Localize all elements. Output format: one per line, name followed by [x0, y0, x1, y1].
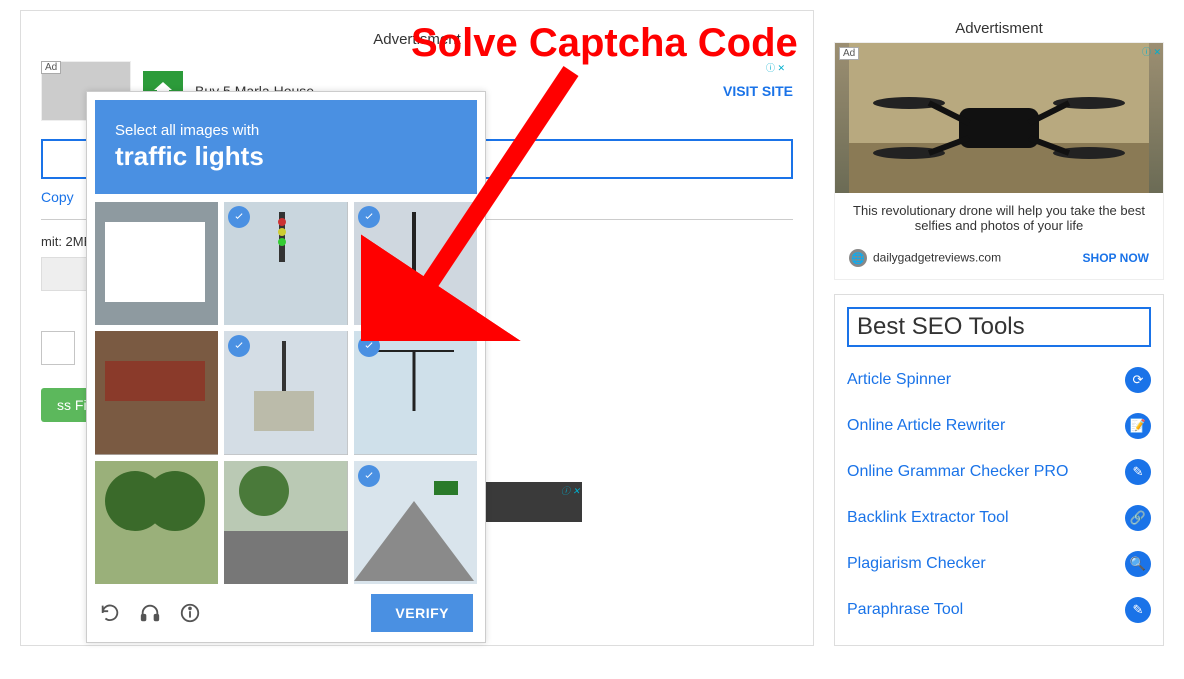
captcha-tile-5[interactable]	[224, 331, 347, 454]
visit-site-link[interactable]: VISIT SITE	[723, 83, 793, 99]
headphones-icon[interactable]	[139, 602, 161, 624]
tool-icon: ✎	[1125, 459, 1151, 485]
seo-link[interactable]: Paraphrase Tool	[847, 601, 963, 619]
sidebar: Advertisment Ad ⓘ ✕ This	[834, 10, 1164, 646]
shop-now-link[interactable]: SHOP NOW	[1083, 251, 1149, 265]
globe-icon: 🌐	[849, 249, 867, 267]
seo-tools-title: Best SEO Tools	[847, 307, 1151, 347]
tool-icon: 🔍	[1125, 551, 1151, 577]
sidebar-ad-info-icon[interactable]: ⓘ ✕	[1142, 45, 1161, 58]
seo-item[interactable]: Online Grammar Checker PRO ✎	[847, 449, 1151, 495]
recaptcha-checkbox[interactable]	[41, 331, 75, 365]
seo-link[interactable]: Article Spinner	[847, 371, 951, 389]
captcha-tile-7[interactable]	[95, 461, 218, 584]
captcha-tile-4[interactable]	[95, 331, 218, 454]
seo-tools-panel: Best SEO Tools Article Spinner ⟳ Online A…	[834, 294, 1164, 646]
sidebar-ad-text: This revolutionary drone will help you t…	[835, 193, 1163, 243]
checkmark-icon	[358, 465, 380, 487]
info-icon[interactable]	[179, 602, 201, 624]
captcha-tile-9[interactable]	[354, 461, 477, 584]
seo-link[interactable]: Backlink Extractor Tool	[847, 509, 1009, 527]
sidebar-advertisement[interactable]: Ad ⓘ ✕ This revolutionary drone wil	[834, 42, 1164, 280]
drone-image	[835, 43, 1163, 193]
seo-link[interactable]: Plagiarism Checker	[847, 555, 986, 573]
tool-icon: ✎	[1125, 597, 1151, 623]
verify-button[interactable]: VERIFY	[371, 594, 473, 632]
sidebar-ad-domain: 🌐dailygadgetreviews.com	[849, 249, 1001, 267]
captcha-tile-6[interactable]	[354, 331, 477, 454]
seo-item[interactable]: Online Article Rewriter 📝	[847, 403, 1151, 449]
main-content: Advertisment Ad ⓘ ✕ Buy 5 Marla House VI…	[20, 10, 814, 646]
tool-icon: 🔗	[1125, 505, 1151, 531]
tool-icon: 📝	[1125, 413, 1151, 439]
tool-icon: ⟳	[1125, 367, 1151, 393]
seo-link[interactable]: Online Article Rewriter	[847, 417, 1005, 435]
ad-badge: Ad	[41, 61, 61, 74]
copy-link[interactable]: Copy	[41, 189, 74, 205]
seo-item[interactable]: Plagiarism Checker 🔍	[847, 541, 1151, 587]
sidebar-ad-badge: Ad	[839, 47, 859, 60]
bottom-ad-info-icon[interactable]: ⓘ ✕	[561, 484, 580, 497]
seo-item[interactable]: Paraphrase Tool ✎	[847, 587, 1151, 633]
sidebar-ad-label: Advertisment	[834, 20, 1164, 37]
captcha-tile-1[interactable]	[95, 202, 218, 325]
reload-icon[interactable]	[99, 602, 121, 624]
seo-item[interactable]: Backlink Extractor Tool 🔗	[847, 495, 1151, 541]
seo-link[interactable]: Online Grammar Checker PRO	[847, 463, 1068, 481]
annotation-text: Solve Captcha Code	[411, 21, 798, 66]
captcha-tile-8[interactable]	[224, 461, 347, 584]
captcha-tile-2[interactable]	[224, 202, 347, 325]
seo-item[interactable]: Article Spinner ⟳	[847, 357, 1151, 403]
annotation-arrow	[361, 61, 591, 341]
